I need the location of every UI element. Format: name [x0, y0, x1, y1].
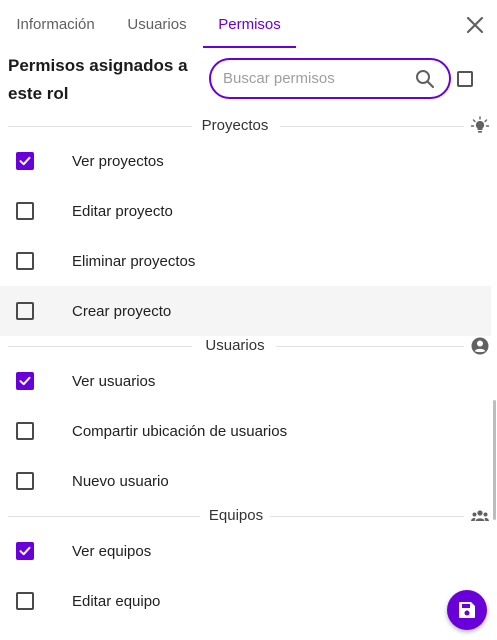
checkbox-checked[interactable] [16, 372, 34, 390]
checkbox[interactable] [16, 422, 34, 440]
permission-row[interactable]: Editar equipo [0, 576, 491, 626]
tab-informacion[interactable]: Información [0, 0, 111, 48]
permission-label: Crear proyecto [72, 302, 172, 320]
permission-row[interactable]: Editar proyecto [0, 186, 491, 236]
permission-row[interactable]: Compartir ubicación de usuarios [0, 406, 491, 456]
save-icon [459, 602, 475, 618]
checkbox[interactable] [16, 252, 34, 270]
checkbox-checked[interactable] [16, 542, 34, 560]
search-icon[interactable] [415, 69, 435, 89]
checkbox[interactable] [16, 202, 34, 220]
divider [8, 126, 192, 127]
group-icon [471, 510, 489, 521]
close-button[interactable] [460, 10, 490, 40]
permission-label: Compartir ubicación de usuarios [72, 422, 288, 440]
permission-row[interactable]: Eliminar proyectos [0, 236, 491, 286]
permission-label: Ver usuarios [72, 372, 156, 390]
permission-row[interactable]: Nuevo usuario [0, 456, 491, 506]
divider [280, 126, 464, 127]
permission-row[interactable]: Ver equipos [0, 526, 491, 576]
checkbox[interactable] [16, 302, 34, 320]
permission-label: Eliminar proyectos [72, 252, 196, 270]
checkbox[interactable] [16, 472, 34, 490]
user-circle-icon [471, 337, 489, 355]
check-icon [19, 376, 31, 386]
permission-row[interactable]: Ver proyectos [0, 136, 491, 186]
search-input[interactable] [223, 70, 413, 87]
save-button[interactable] [447, 590, 487, 630]
checkbox[interactable] [16, 592, 34, 610]
divider [8, 516, 200, 517]
lightbulb-icon [470, 116, 490, 133]
tab-usuarios[interactable]: Usuarios [111, 0, 203, 48]
permission-label: Ver proyectos [72, 152, 164, 170]
divider [8, 346, 192, 347]
tab-bar: Información Usuarios Permisos [0, 0, 497, 48]
check-icon [19, 546, 31, 556]
divider [276, 346, 464, 347]
checkbox-checked[interactable] [16, 152, 34, 170]
permission-label: Editar equipo [72, 592, 161, 610]
section-label: Equipos [208, 507, 264, 524]
permission-label: Nuevo usuario [72, 472, 169, 490]
tab-permisos[interactable]: Permisos [203, 0, 296, 48]
close-icon [466, 16, 484, 34]
section-label: Usuarios [205, 337, 265, 354]
scrollbar[interactable] [493, 400, 496, 520]
permission-label: Editar proyecto [72, 202, 173, 220]
permission-row[interactable]: Crear proyecto [0, 286, 491, 336]
page-title: Permisos asignados a este rol [8, 56, 188, 103]
divider [270, 516, 464, 517]
role-permissions-panel: Información Usuarios Permisos Permisos a… [0, 0, 497, 640]
select-all-checkbox[interactable] [457, 71, 473, 87]
check-icon [19, 156, 31, 166]
permission-row[interactable]: Ver usuarios [0, 356, 491, 406]
permission-label: Ver equipos [72, 542, 152, 560]
section-label: Proyectos [201, 117, 269, 134]
search-field[interactable] [209, 58, 451, 99]
